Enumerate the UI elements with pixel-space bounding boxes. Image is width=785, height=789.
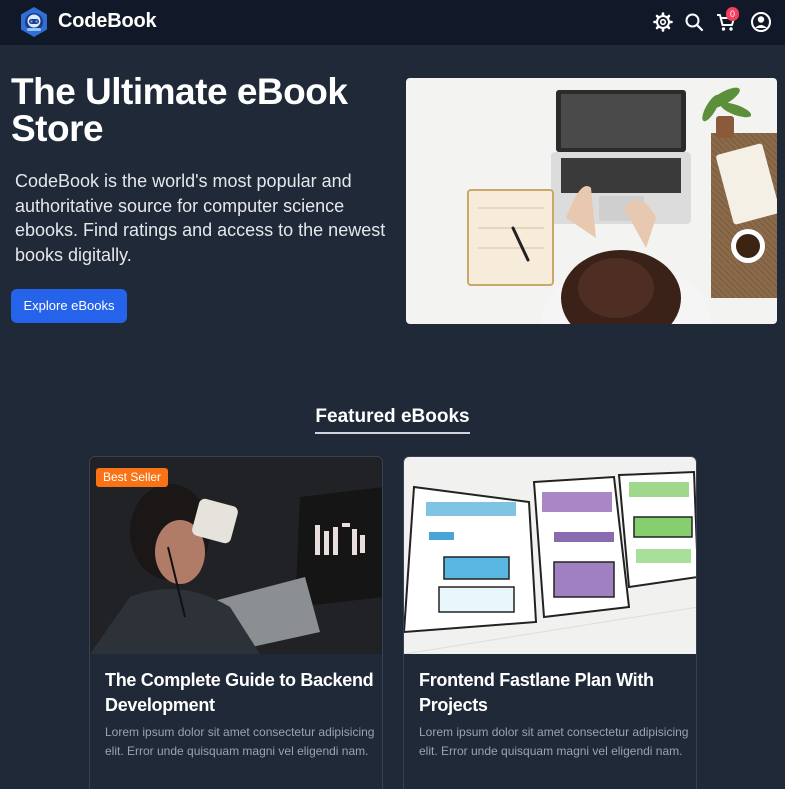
ebook-description: Lorem ipsum dolor sit amet consectetur a… [419, 725, 689, 758]
hero-title: The Ultimate eBook Store [11, 71, 348, 149]
ebook-card[interactable]: Best Seller The Complete Guide to Backen… [89, 456, 383, 789]
search-icon[interactable] [683, 11, 705, 33]
user-icon[interactable] [750, 11, 772, 33]
navbar: CodeBook 0 [0, 0, 785, 46]
featured-ebooks-title: Featured eBooks [315, 406, 470, 434]
best-seller-badge: Best Seller [96, 468, 169, 487]
cart-count-badge: 0 [726, 7, 739, 21]
brand-name[interactable]: CodeBook [58, 10, 157, 33]
ebook-title[interactable]: The Complete Guide to Backend Developmen… [105, 668, 375, 718]
ebook-cover-image [404, 457, 696, 654]
logo-icon[interactable] [18, 6, 50, 38]
ebook-card[interactable]: Frontend Fastlane Plan With Projects Lor… [403, 456, 697, 789]
hero-image [406, 78, 777, 324]
hero-description: CodeBook is the world's most popular and… [15, 171, 386, 265]
ebook-description: Lorem ipsum dolor sit amet consectetur a… [105, 725, 375, 758]
ebook-title[interactable]: Frontend Fastlane Plan With Projects [419, 668, 689, 718]
featured-ebooks-heading: Featured eBooks [0, 406, 785, 434]
settings-icon[interactable] [652, 11, 674, 33]
explore-ebooks-button[interactable]: Explore eBooks [11, 289, 127, 323]
